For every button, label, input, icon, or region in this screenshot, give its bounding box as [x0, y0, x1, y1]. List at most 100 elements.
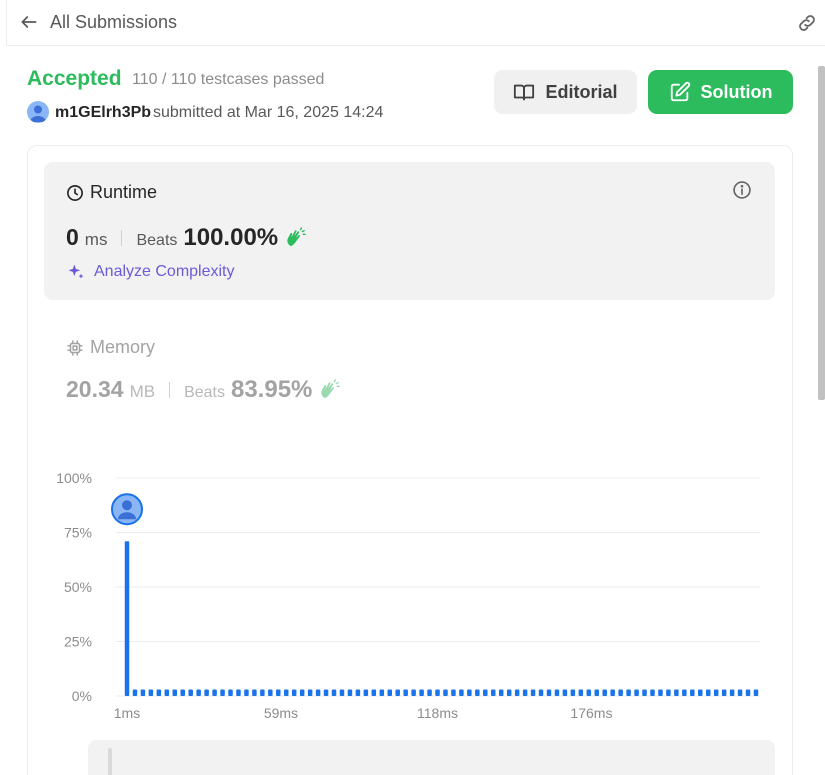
- chart-bar[interactable]: [411, 689, 416, 696]
- chart-bar[interactable]: [363, 689, 369, 696]
- chart-bar[interactable]: [387, 689, 392, 696]
- analyze-complexity-link[interactable]: Analyze Complexity: [66, 262, 235, 282]
- all-submissions-link[interactable]: All Submissions: [50, 12, 177, 33]
- chart-bar[interactable]: [666, 689, 671, 696]
- info-icon[interactable]: [732, 180, 752, 200]
- chart-bar[interactable]: [705, 689, 711, 696]
- chart-bar[interactable]: [252, 689, 257, 696]
- chart-bar[interactable]: [196, 689, 201, 696]
- chart-bar[interactable]: [737, 689, 743, 696]
- chart-bar[interactable]: [682, 689, 687, 696]
- chart-bar[interactable]: [522, 689, 528, 696]
- chart-bar[interactable]: [435, 689, 440, 696]
- chart-bar[interactable]: [674, 689, 679, 696]
- chart-bar[interactable]: [650, 689, 655, 696]
- chart-bar[interactable]: [642, 689, 647, 696]
- avatar[interactable]: [27, 101, 49, 123]
- chart-bar[interactable]: [538, 689, 544, 696]
- chart-bar[interactable]: [307, 689, 313, 696]
- chart-bar[interactable]: [276, 689, 281, 696]
- chart-bar[interactable]: [204, 689, 209, 696]
- chart-bar[interactable]: [427, 689, 432, 696]
- chart-bar[interactable]: [164, 689, 170, 696]
- clapping-hands-icon: [287, 227, 306, 246]
- arrow-left-icon[interactable]: [19, 12, 39, 32]
- chart-bar[interactable]: [371, 689, 377, 696]
- chart-bar[interactable]: [753, 689, 759, 696]
- chart-bar[interactable]: [419, 689, 424, 696]
- chart-bar[interactable]: [586, 689, 592, 696]
- chart-bar[interactable]: [491, 689, 496, 696]
- chart-bar[interactable]: [745, 689, 751, 696]
- chart-bar[interactable]: [506, 689, 512, 696]
- chart-bar[interactable]: [618, 689, 623, 696]
- testcases-passed: 110 / 110 testcases passed: [132, 71, 325, 88]
- chart-bar[interactable]: [244, 689, 249, 696]
- chart-bar[interactable]: [124, 541, 130, 696]
- chart-bar[interactable]: [212, 689, 217, 696]
- chart-bar[interactable]: [291, 689, 297, 696]
- x-tick-label: 1ms: [114, 705, 140, 721]
- submission-status: Accepted: [27, 67, 122, 90]
- chart-bar[interactable]: [315, 689, 321, 696]
- chart-bar[interactable]: [594, 689, 600, 696]
- chart-bar[interactable]: [148, 689, 154, 696]
- chart-bar[interactable]: [634, 689, 639, 696]
- username[interactable]: m1GElrh3Pb: [55, 104, 151, 122]
- memory-value-row[interactable]: 20.34 MB Beats 83.95%: [66, 376, 341, 404]
- chart-bar[interactable]: [228, 689, 233, 696]
- chart-bar[interactable]: [268, 689, 273, 696]
- chart-bar[interactable]: [698, 689, 703, 696]
- chart-bar[interactable]: [713, 689, 719, 696]
- chart-bar[interactable]: [602, 689, 607, 696]
- chart-bar[interactable]: [283, 689, 289, 696]
- chart-bar[interactable]: [514, 689, 520, 696]
- chart-bar[interactable]: [180, 689, 185, 696]
- chart-bar[interactable]: [459, 689, 464, 696]
- chart-bar[interactable]: [236, 689, 241, 696]
- editorial-button[interactable]: Editorial: [494, 70, 637, 114]
- chart-bar[interactable]: [562, 689, 568, 696]
- chart-bar[interactable]: [690, 689, 695, 696]
- chart-bar[interactable]: [554, 689, 560, 696]
- chart-bar[interactable]: [467, 689, 472, 696]
- chart-bar[interactable]: [403, 689, 408, 696]
- chart-bar[interactable]: [339, 689, 345, 696]
- runtime-panel[interactable]: Runtime 0 ms Beats 100.00% Analyze Compl…: [44, 162, 775, 300]
- chart-bar[interactable]: [570, 689, 576, 696]
- chart-bar[interactable]: [355, 689, 361, 696]
- chart-bar[interactable]: [323, 689, 329, 696]
- chart-bar[interactable]: [220, 689, 225, 696]
- chart-bar[interactable]: [347, 689, 353, 696]
- memory-title[interactable]: Memory: [66, 337, 155, 358]
- chart-bar[interactable]: [658, 689, 663, 696]
- clock-icon: [67, 184, 83, 201]
- solution-button[interactable]: Solution: [648, 70, 793, 114]
- chart-bar[interactable]: [140, 689, 146, 696]
- chart-bar[interactable]: [721, 689, 727, 696]
- chart-bar[interactable]: [530, 689, 536, 696]
- chart-bar[interactable]: [188, 689, 193, 696]
- chart-bar[interactable]: [172, 689, 178, 696]
- chart-bar[interactable]: [578, 689, 584, 696]
- chart-bar[interactable]: [299, 689, 305, 696]
- your-submission-marker[interactable]: [111, 493, 143, 526]
- chart-bar[interactable]: [156, 689, 162, 696]
- chart-bar[interactable]: [498, 689, 504, 696]
- chart-bar[interactable]: [626, 689, 631, 696]
- chart-bar[interactable]: [379, 689, 385, 696]
- chart-bar[interactable]: [729, 689, 735, 696]
- chart-bar[interactable]: [483, 689, 488, 696]
- chart-bar[interactable]: [395, 689, 400, 696]
- chart-bar[interactable]: [610, 689, 615, 696]
- chart-bar[interactable]: [331, 689, 337, 696]
- chart-bar[interactable]: [132, 689, 138, 696]
- scrollbar-thumb[interactable]: [818, 66, 825, 400]
- chart-bar[interactable]: [451, 689, 456, 696]
- chart-bar[interactable]: [475, 689, 480, 696]
- runtime-distribution-chart[interactable]: 100% 75% 50% 25% 0% 1ms 59ms 118ms 176ms: [40, 460, 780, 730]
- link-icon[interactable]: [795, 12, 819, 34]
- chart-bar[interactable]: [260, 689, 265, 696]
- chart-bar[interactable]: [546, 689, 552, 696]
- chart-bar[interactable]: [443, 689, 448, 696]
